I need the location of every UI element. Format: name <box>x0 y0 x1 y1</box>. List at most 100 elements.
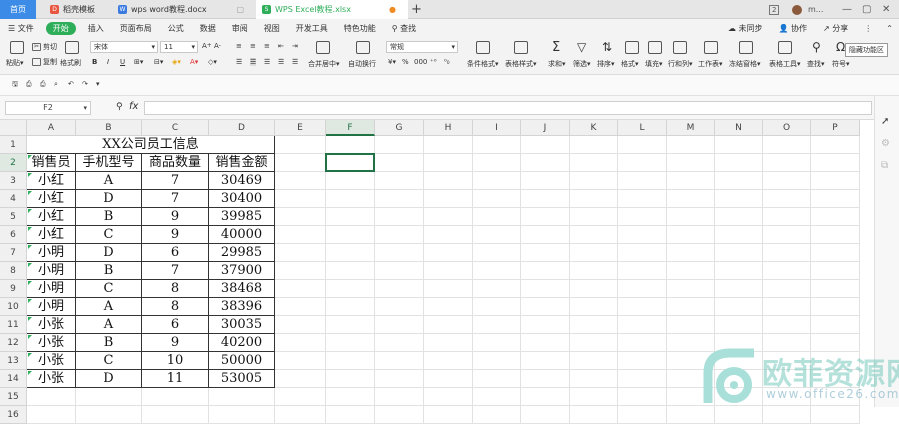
cell-empty[interactable] <box>811 136 860 154</box>
row-header-6[interactable]: 6 <box>0 226 27 244</box>
zoom-icon[interactable]: ⚲ <box>116 102 123 112</box>
data-cell[interactable]: 9 <box>142 226 209 244</box>
cell-empty[interactable] <box>715 172 763 190</box>
cell-empty[interactable] <box>275 190 326 208</box>
cell-empty[interactable] <box>618 190 667 208</box>
cell-empty[interactable] <box>763 154 811 172</box>
data-cell[interactable]: B <box>76 262 142 280</box>
currency-icon[interactable]: ¥▾ <box>388 58 396 66</box>
cell-empty[interactable] <box>424 208 473 226</box>
align-bottom-icon[interactable]: ≡ <box>264 42 270 50</box>
data-cell[interactable]: 小红 <box>27 190 76 208</box>
menu-features[interactable]: 特色功能 <box>336 19 384 38</box>
cell-empty[interactable] <box>570 136 618 154</box>
data-cell[interactable]: 小红 <box>27 172 76 190</box>
align-left-icon[interactable]: ☰ <box>236 58 242 66</box>
increase-decimal-icon[interactable]: ⁺⁰ <box>430 58 437 66</box>
row-header-12[interactable]: 12 <box>0 334 27 352</box>
cell-empty[interactable] <box>570 388 618 406</box>
cell-empty[interactable] <box>375 334 424 352</box>
cell-empty[interactable] <box>424 406 473 424</box>
tab-word-doc[interactable]: W wps word教程.docx ▢ <box>112 0 252 19</box>
cell-empty[interactable] <box>618 226 667 244</box>
cell-empty[interactable] <box>570 226 618 244</box>
cell-empty[interactable] <box>763 226 811 244</box>
data-cell[interactable]: 小张 <box>27 316 76 334</box>
cell-empty[interactable] <box>667 244 715 262</box>
formula-input[interactable] <box>144 101 872 115</box>
column-header-m[interactable]: M <box>667 120 715 136</box>
row-header-8[interactable]: 8 <box>0 262 27 280</box>
clear-icon[interactable]: ◇▾ <box>208 58 217 66</box>
tab-close-icon[interactable]: ▢ <box>236 5 244 14</box>
column-header-c[interactable]: C <box>142 120 209 136</box>
data-cell[interactable]: C <box>76 226 142 244</box>
close-icon[interactable]: ✕ <box>882 3 890 16</box>
collaborate-button[interactable]: 👤 协作 <box>771 19 816 38</box>
cell-empty[interactable] <box>570 208 618 226</box>
data-cell[interactable]: C <box>76 280 142 298</box>
cell-empty[interactable] <box>811 298 860 316</box>
header-cell[interactable]: 手机型号 <box>76 154 142 172</box>
cell-empty[interactable] <box>275 388 326 406</box>
data-cell[interactable]: 小明 <box>27 244 76 262</box>
cell-empty[interactable] <box>715 154 763 172</box>
cell-empty[interactable] <box>570 280 618 298</box>
header-cell[interactable]: 销售员 <box>27 154 76 172</box>
menu-data[interactable]: 数据 <box>192 19 224 38</box>
cell-empty[interactable] <box>618 154 667 172</box>
cell-empty[interactable] <box>27 406 76 424</box>
customize-qat-icon[interactable]: ▾ <box>96 80 100 88</box>
cell-empty[interactable] <box>667 208 715 226</box>
select-cursor-icon[interactable]: ➚ <box>881 116 889 127</box>
column-header-g[interactable]: G <box>375 120 424 136</box>
row-col-button[interactable]: 行和列 ▾ <box>668 59 693 69</box>
cell-empty[interactable] <box>424 136 473 154</box>
header-cell[interactable]: 销售金额 <box>209 154 275 172</box>
data-cell[interactable]: 10 <box>142 352 209 370</box>
cell-empty[interactable] <box>473 172 521 190</box>
cell-empty[interactable] <box>424 298 473 316</box>
data-cell[interactable]: 7 <box>142 190 209 208</box>
cell-empty[interactable] <box>667 262 715 280</box>
italic-icon[interactable]: I <box>107 58 109 66</box>
column-header-d[interactable]: D <box>209 120 275 136</box>
format-painter-icon[interactable] <box>65 41 79 54</box>
font-name-select[interactable]: 宋体 ▾ <box>90 41 158 53</box>
cell-empty[interactable] <box>667 172 715 190</box>
share-button[interactable]: ↗ 分享 <box>815 19 856 38</box>
cell-empty[interactable] <box>424 370 473 388</box>
indent-left-icon[interactable]: ⇤ <box>278 42 284 50</box>
property-icon[interactable]: ⚙ <box>881 138 890 149</box>
column-header-n[interactable]: N <box>715 120 763 136</box>
column-header-p[interactable]: P <box>811 120 860 136</box>
cell-empty[interactable] <box>811 190 860 208</box>
copy-button[interactable]: 复制 <box>32 57 57 67</box>
row-header-14[interactable]: 14 <box>0 370 27 388</box>
cell-empty[interactable] <box>811 406 860 424</box>
cell-empty[interactable] <box>521 226 570 244</box>
row-header-11[interactable]: 11 <box>0 316 27 334</box>
cell-empty[interactable] <box>715 136 763 154</box>
cell-empty[interactable] <box>424 226 473 244</box>
data-cell[interactable]: 9 <box>142 208 209 226</box>
worksheet-icon[interactable] <box>704 41 718 54</box>
cell-empty[interactable] <box>715 244 763 262</box>
row-header-2[interactable]: 2 <box>0 154 27 172</box>
cell-empty[interactable] <box>570 406 618 424</box>
row-header-15[interactable]: 15 <box>0 388 27 406</box>
cell-empty[interactable] <box>275 280 326 298</box>
cell-empty[interactable] <box>473 280 521 298</box>
cell-empty[interactable] <box>667 190 715 208</box>
cell-empty[interactable] <box>618 352 667 370</box>
undo-icon[interactable]: ↶ <box>68 80 74 88</box>
save-icon[interactable]: 🖫 <box>12 80 18 91</box>
data-cell[interactable]: 30400 <box>209 190 275 208</box>
border-icon[interactable]: ⊞▾ <box>134 58 143 66</box>
cell-empty[interactable] <box>521 190 570 208</box>
data-cell[interactable]: 小明 <box>27 280 76 298</box>
table-tools-button[interactable]: 表格工具 ▾ <box>769 59 801 69</box>
table-tools-icon[interactable] <box>778 41 792 54</box>
new-tab-icon[interactable]: + <box>411 2 422 17</box>
find-icon[interactable]: ⚲ <box>812 40 821 54</box>
